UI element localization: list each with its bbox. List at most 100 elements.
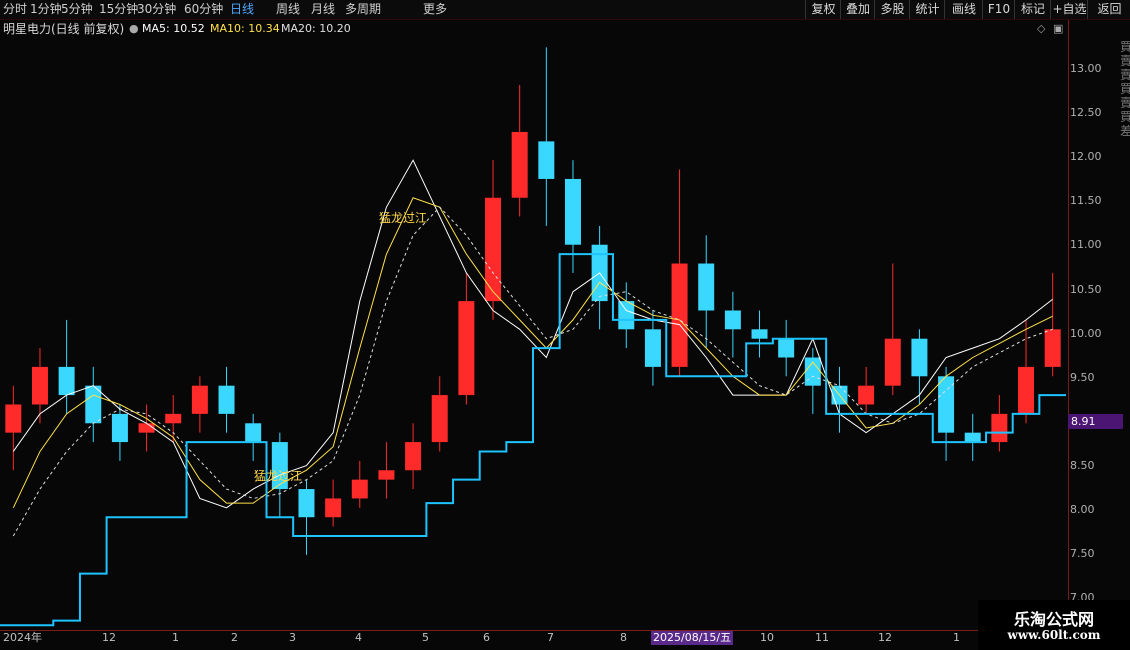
candle-body xyxy=(538,141,555,179)
ma20-label: MA20: 10.20 xyxy=(281,22,351,35)
price-tick: 10.50 xyxy=(1070,283,1102,296)
window-toggle-icon[interactable]: ▣ xyxy=(1053,20,1063,38)
ma10-label: MA10: 10.34 xyxy=(210,22,280,35)
time-label: 7 xyxy=(547,631,554,644)
period-tab[interactable]: 30分钟 xyxy=(137,1,176,18)
signal-annotation: 猛龙过江 xyxy=(379,211,428,225)
candle-body xyxy=(644,329,661,367)
time-label: 5 xyxy=(422,631,429,644)
candle-body xyxy=(351,479,368,499)
toolbar-button[interactable]: 统计 xyxy=(909,0,945,19)
price-tick: 12.50 xyxy=(1070,106,1102,119)
time-label: 12 xyxy=(878,631,892,644)
candle-body xyxy=(325,498,342,518)
ma5-label: MA5: 10.52 xyxy=(142,22,205,35)
date-cursor-label: 2025/08/15/五 xyxy=(651,631,734,645)
candle-body xyxy=(378,470,395,480)
candle-body xyxy=(751,329,768,339)
time-label: 11 xyxy=(815,631,829,644)
time-label: 2024年 xyxy=(3,631,42,644)
settings-dot-icon[interactable]: ● xyxy=(129,20,139,38)
candle-body xyxy=(5,404,22,433)
candle-body xyxy=(671,263,688,367)
period-tab[interactable]: 日线 xyxy=(230,1,254,18)
price-tick: 11.00 xyxy=(1070,238,1102,251)
side-panel-edge: 買賣賣買賣買差 xyxy=(1120,40,1130,138)
candle-body xyxy=(1018,366,1035,414)
candle-body xyxy=(218,385,235,414)
time-label: 4 xyxy=(355,631,362,644)
time-label: 6 xyxy=(483,631,490,644)
period-tab[interactable]: 月线 xyxy=(311,1,335,18)
candle-body xyxy=(138,423,155,433)
toolbar-button[interactable]: F10 xyxy=(982,0,1015,19)
price-tick: 10.00 xyxy=(1070,327,1102,340)
candle-body xyxy=(938,376,955,433)
diamond-icon[interactable]: ◇ xyxy=(1037,20,1045,38)
current-price-marker: 8.91 xyxy=(1068,414,1123,429)
candle-body xyxy=(31,366,48,405)
candle-body xyxy=(724,310,741,330)
candle-body xyxy=(911,338,928,377)
candle-body xyxy=(405,442,422,471)
period-tab[interactable]: 5分钟 xyxy=(61,1,93,18)
time-label: 1 xyxy=(953,631,960,644)
price-tick: 13.00 xyxy=(1070,62,1102,75)
period-tab[interactable]: 分时 xyxy=(3,1,27,18)
time-label: 2 xyxy=(231,631,238,644)
stock-title: 明星电力(日线 前复权) xyxy=(3,22,125,36)
candle-body xyxy=(884,338,901,386)
toolbar-button[interactable]: 标记 xyxy=(1014,0,1051,19)
period-toolbar: 分时 1分钟 5分钟 15分钟 30分钟 60分钟 日线 周线 月线 多周期 更多 复权 叠加 多股 统计画… xyxy=(0,0,1130,20)
period-tab[interactable]: 60分钟 xyxy=(184,1,223,18)
candle-body xyxy=(58,366,75,396)
candle-body xyxy=(245,423,262,443)
candle-body xyxy=(85,385,102,424)
toolbar-button[interactable]: +自选 xyxy=(1050,0,1088,19)
candle-body xyxy=(618,301,635,330)
candle-body xyxy=(111,413,128,443)
time-axis: 2025/08/15/五 2024年 12 1 2 3 4 5 6 7 8 10 11 12 1 xyxy=(0,630,1068,645)
period-tab[interactable]: 更多 xyxy=(423,1,447,18)
toolbar-button[interactable]: 多股 xyxy=(874,0,910,19)
period-tab[interactable]: 多周期 xyxy=(345,1,381,18)
candle-body xyxy=(431,395,448,443)
toolbar-button[interactable]: 返回 xyxy=(1087,0,1130,19)
candle-body xyxy=(165,413,182,424)
kline-chart[interactable] xyxy=(0,38,1068,630)
candle-body xyxy=(964,432,981,443)
price-tick: 8.00 xyxy=(1070,503,1095,516)
time-label: 10 xyxy=(760,631,774,644)
candle-body xyxy=(564,178,581,245)
time-label: 3 xyxy=(289,631,296,644)
toolbar-button[interactable]: 画线 xyxy=(944,0,983,19)
price-tick: 7.50 xyxy=(1070,547,1095,560)
price-tick: 11.50 xyxy=(1070,194,1102,207)
candle-body xyxy=(458,301,475,396)
price-tick: 9.50 xyxy=(1070,371,1095,384)
candle-body xyxy=(698,263,715,311)
time-label: 8 xyxy=(620,631,627,644)
watermark-title: 乐淘公式网 xyxy=(1013,610,1094,629)
price-tick: 12.00 xyxy=(1070,150,1102,163)
watermark: 乐淘公式网 www.60lt.com xyxy=(978,600,1130,650)
price-tick: 8.50 xyxy=(1070,459,1095,472)
period-tab[interactable]: 1分钟 xyxy=(30,1,62,18)
watermark-url: www.60lt.com xyxy=(1007,628,1101,642)
signal-annotation: 猛龙过江 xyxy=(254,469,303,483)
candle-body xyxy=(1044,329,1061,367)
candle-body xyxy=(991,413,1008,443)
toolbar-button[interactable]: 叠加 xyxy=(840,0,875,19)
candles-group xyxy=(5,47,1061,555)
candle-body xyxy=(191,385,208,414)
toolbar-button[interactable]: 复权 xyxy=(805,0,841,19)
candle-body xyxy=(511,131,528,198)
candle-body xyxy=(298,489,315,518)
period-tab[interactable]: 周线 xyxy=(276,1,300,18)
candle-body xyxy=(858,385,875,405)
ma-lines-group xyxy=(0,159,1066,627)
support-line xyxy=(0,253,1066,627)
period-tab[interactable]: 15分钟 xyxy=(99,1,138,18)
chart-info-bar: 明星电力(日线 前复权) ● MA5: 10.52 MA10: 10.34 MA… xyxy=(0,20,1070,38)
time-label: 12 xyxy=(102,631,116,644)
